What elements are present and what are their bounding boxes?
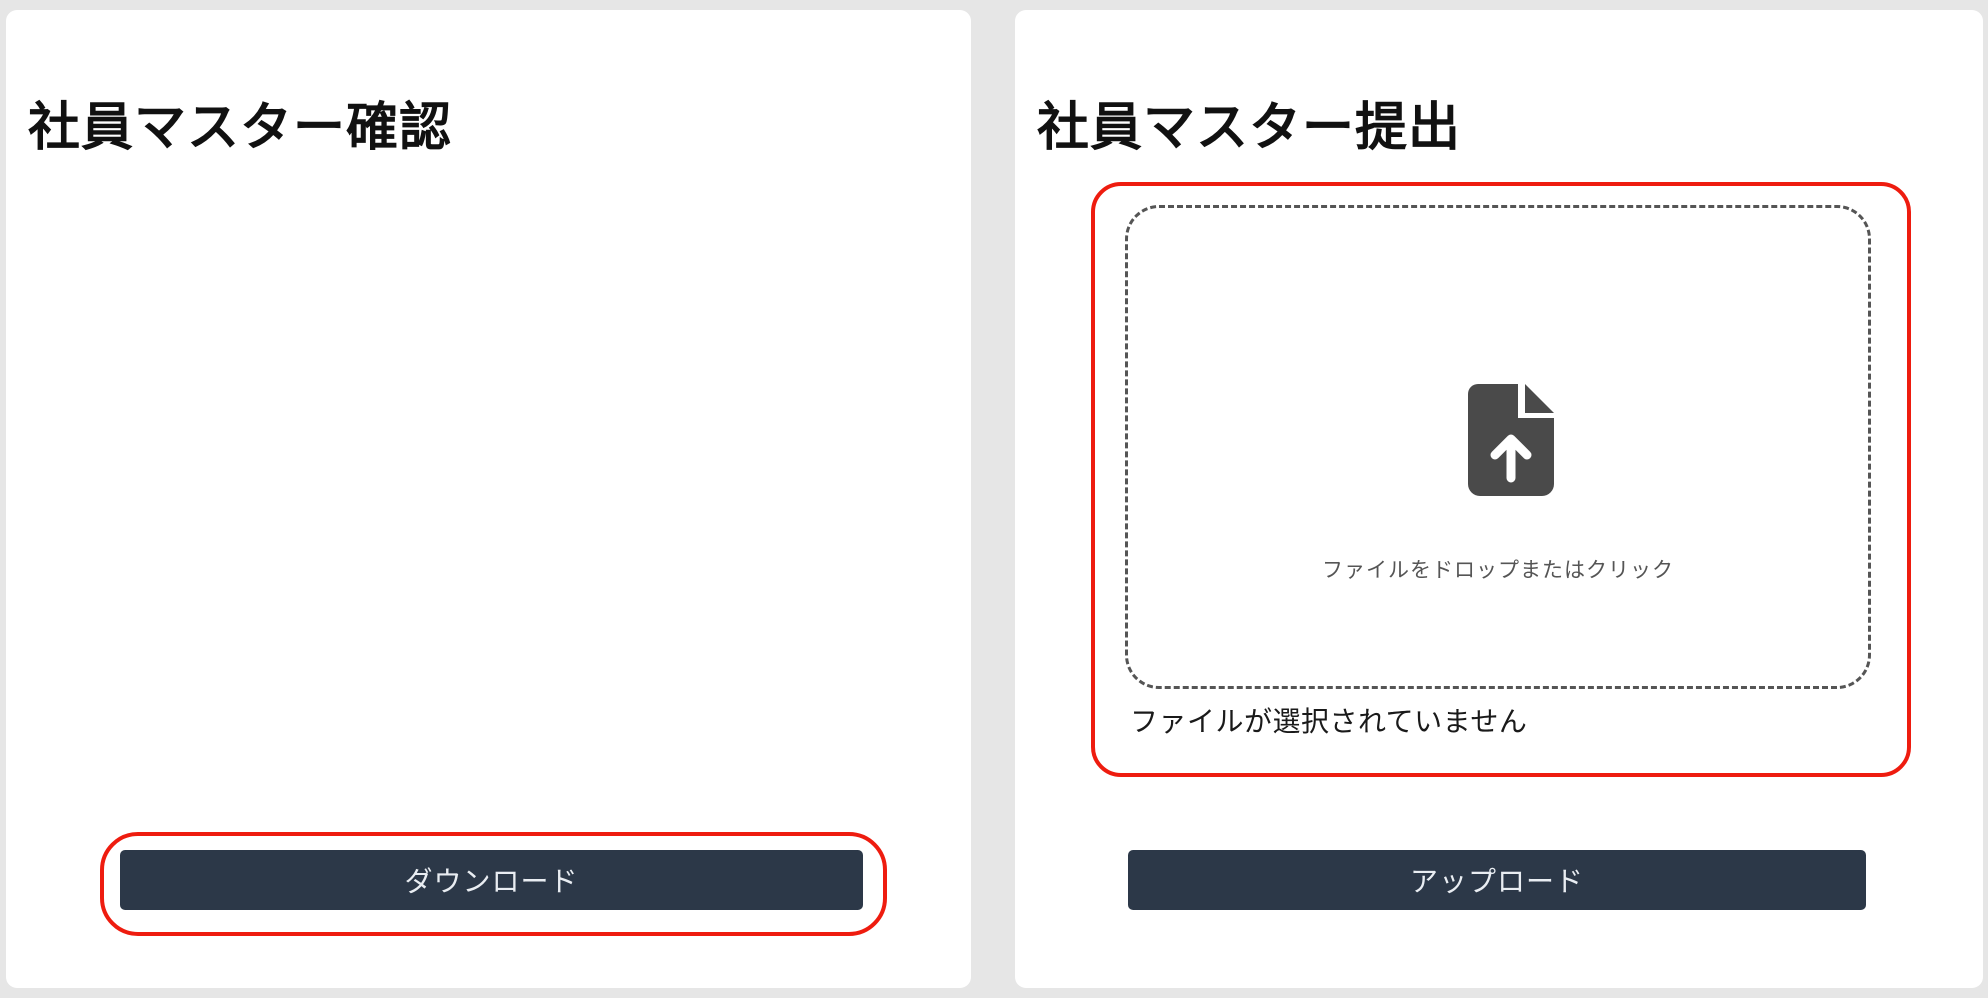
file-selection-status: ファイルが選択されていません	[1130, 705, 1528, 738]
upload-button[interactable]: アップロード	[1128, 850, 1866, 910]
confirm-panel-title: 社員マスター確認	[28, 98, 453, 158]
employee-master-confirm-panel: 社員マスター確認 ダウンロード	[6, 10, 971, 988]
dropzone-instruction: ファイルをドロップまたはクリック	[1322, 558, 1674, 582]
employee-master-submit-panel: 社員マスター提出 ファイルをドロップまたはクリック ファイルが選択されていません…	[1015, 10, 1983, 988]
submit-panel-title: 社員マスター提出	[1037, 98, 1462, 158]
file-dropzone[interactable]: ファイルをドロップまたはクリック	[1125, 205, 1871, 689]
download-button[interactable]: ダウンロード	[120, 850, 863, 910]
file-upload-icon	[1468, 384, 1554, 496]
